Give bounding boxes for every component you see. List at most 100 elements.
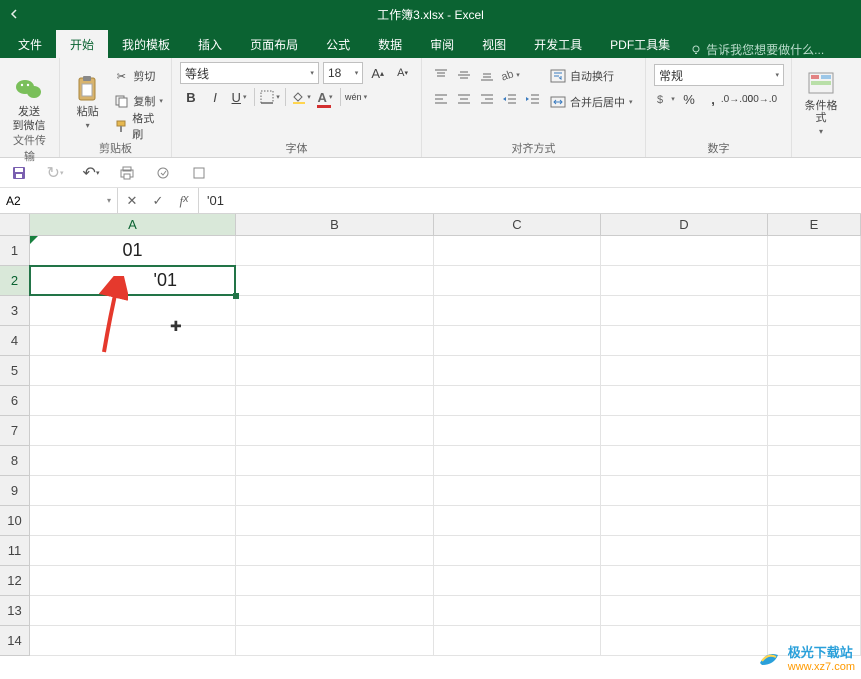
align-top-button[interactable]: [430, 64, 452, 86]
increase-indent-button[interactable]: [522, 88, 544, 110]
cell-E5[interactable]: [768, 356, 861, 386]
tab-templates[interactable]: 我的模板: [108, 30, 184, 58]
bold-button[interactable]: B: [180, 86, 202, 108]
tab-file[interactable]: 文件: [4, 30, 56, 58]
tab-home[interactable]: 开始: [56, 30, 108, 58]
row-header-12[interactable]: 12: [0, 566, 29, 596]
cell-B8[interactable]: [236, 446, 434, 476]
conditional-format-button[interactable]: 条件格式 ▾: [800, 62, 842, 139]
decrease-font-button[interactable]: A▾: [392, 62, 413, 84]
merge-center-button[interactable]: 合并后居中 ▾: [550, 90, 633, 114]
row-header-13[interactable]: 13: [0, 596, 29, 626]
cell-A11[interactable]: [30, 536, 236, 566]
cell-C6[interactable]: [434, 386, 601, 416]
cell-C13[interactable]: [434, 596, 601, 626]
cell-D1[interactable]: [601, 236, 768, 266]
cell-A3[interactable]: [30, 296, 236, 326]
cell-D9[interactable]: [601, 476, 768, 506]
cell-E7[interactable]: [768, 416, 861, 446]
fill-color-button[interactable]: [290, 86, 312, 108]
cell-E6[interactable]: [768, 386, 861, 416]
fill-handle[interactable]: [233, 293, 239, 299]
tab-layout[interactable]: 页面布局: [236, 30, 312, 58]
align-middle-button[interactable]: [453, 64, 475, 86]
cell-D11[interactable]: [601, 536, 768, 566]
cell-C3[interactable]: [434, 296, 601, 326]
cell-D12[interactable]: [601, 566, 768, 596]
col-header-B[interactable]: B: [236, 214, 434, 235]
cell-E2[interactable]: [768, 266, 861, 296]
tab-pdf[interactable]: PDF工具集: [596, 30, 684, 58]
cell-C2[interactable]: [434, 266, 601, 296]
redo-button[interactable]: ↻▾: [44, 162, 66, 184]
tab-dev[interactable]: 开发工具: [520, 30, 596, 58]
cancel-edit-button[interactable]: ✕: [124, 193, 140, 209]
cell-C5[interactable]: [434, 356, 601, 386]
name-box[interactable]: A2 ▾: [0, 188, 118, 213]
cell-E3[interactable]: [768, 296, 861, 326]
cell-C10[interactable]: [434, 506, 601, 536]
cell-A10[interactable]: [30, 506, 236, 536]
cell-B13[interactable]: [236, 596, 434, 626]
cell-B7[interactable]: [236, 416, 434, 446]
cell-B4[interactable]: [236, 326, 434, 356]
cell-C4[interactable]: [434, 326, 601, 356]
cell-B2[interactable]: [236, 266, 434, 296]
cell-D13[interactable]: [601, 596, 768, 626]
font-color-button[interactable]: A: [314, 86, 336, 108]
row-header-1[interactable]: 1: [0, 236, 29, 266]
qat-item-2[interactable]: [188, 162, 210, 184]
undo-button[interactable]: ↶▾: [80, 162, 102, 184]
cell-E1[interactable]: [768, 236, 861, 266]
cell-D10[interactable]: [601, 506, 768, 536]
cell-D8[interactable]: [601, 446, 768, 476]
cell-A13[interactable]: [30, 596, 236, 626]
row-header-8[interactable]: 8: [0, 446, 29, 476]
cell-B1[interactable]: [236, 236, 434, 266]
cell-E9[interactable]: [768, 476, 861, 506]
cell-A12[interactable]: [30, 566, 236, 596]
paste-button[interactable]: 粘贴 ▾: [68, 62, 107, 139]
formula-input[interactable]: '01: [199, 188, 861, 213]
cell-A5[interactable]: [30, 356, 236, 386]
accounting-button[interactable]: $: [654, 88, 676, 110]
tab-review[interactable]: 审阅: [416, 30, 468, 58]
cell-E8[interactable]: [768, 446, 861, 476]
decrease-decimal-button[interactable]: .00→.0: [750, 88, 772, 110]
tab-insert[interactable]: 插入: [184, 30, 236, 58]
align-bottom-button[interactable]: [476, 64, 498, 86]
cell-D2[interactable]: [601, 266, 768, 296]
tell-me[interactable]: 告诉我您想要做什么...: [690, 41, 824, 58]
cell-A4[interactable]: [30, 326, 236, 356]
cell-A1[interactable]: 01: [30, 236, 236, 266]
border-button[interactable]: [259, 86, 281, 108]
tab-formulas[interactable]: 公式: [312, 30, 364, 58]
cell-E12[interactable]: [768, 566, 861, 596]
orientation-button[interactable]: ab: [499, 64, 521, 86]
cell-C14[interactable]: [434, 626, 601, 656]
row-header-6[interactable]: 6: [0, 386, 29, 416]
cell-B14[interactable]: [236, 626, 434, 656]
cell-D3[interactable]: [601, 296, 768, 326]
decrease-indent-button[interactable]: [499, 88, 521, 110]
row-header-7[interactable]: 7: [0, 416, 29, 446]
cell-E10[interactable]: [768, 506, 861, 536]
col-header-D[interactable]: D: [601, 214, 768, 235]
save-button[interactable]: [8, 162, 30, 184]
row-header-3[interactable]: 3: [0, 296, 29, 326]
cell-A9[interactable]: [30, 476, 236, 506]
col-header-A[interactable]: A: [30, 214, 236, 235]
cell-C11[interactable]: [434, 536, 601, 566]
row-header-2[interactable]: 2: [0, 266, 29, 296]
cell-C8[interactable]: [434, 446, 601, 476]
cell-D14[interactable]: [601, 626, 768, 656]
row-header-10[interactable]: 10: [0, 506, 29, 536]
font-size-combo[interactable]: 18▾: [323, 62, 363, 84]
cell-A6[interactable]: [30, 386, 236, 416]
cell-C9[interactable]: [434, 476, 601, 506]
insert-function-button[interactable]: fx: [176, 193, 192, 209]
cell-D5[interactable]: [601, 356, 768, 386]
format-painter-button[interactable]: 格式刷: [113, 114, 163, 138]
cell-E13[interactable]: [768, 596, 861, 626]
row-header-9[interactable]: 9: [0, 476, 29, 506]
